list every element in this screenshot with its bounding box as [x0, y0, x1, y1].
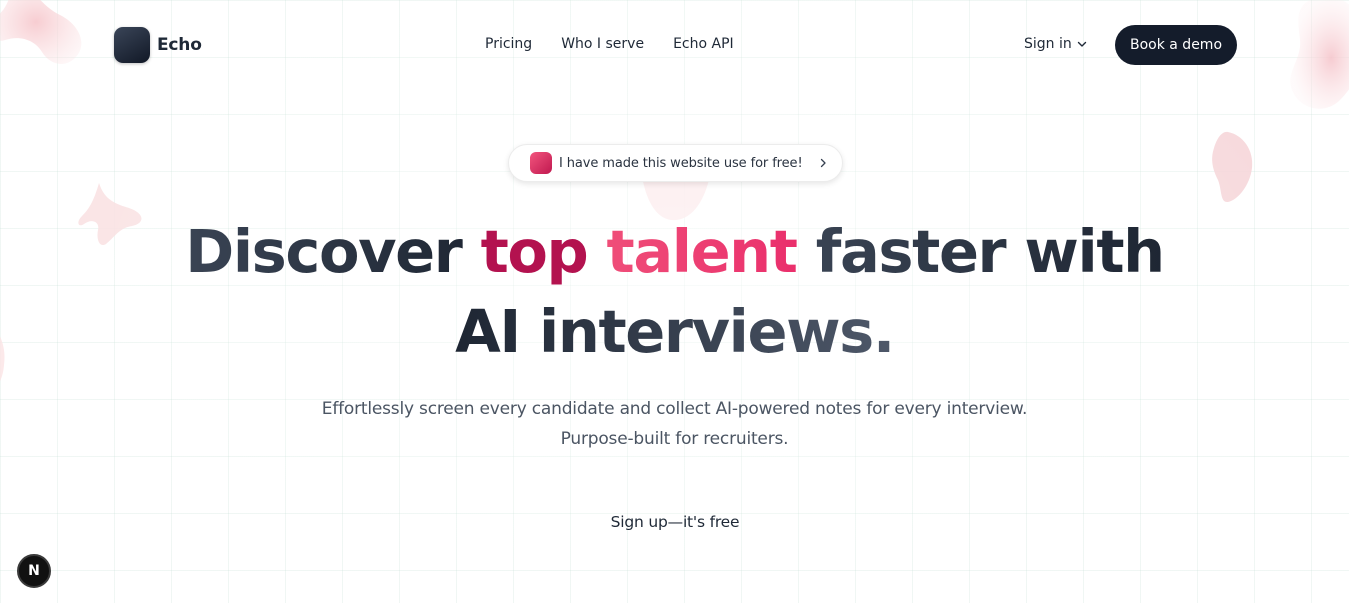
hero-title-talent: talent [587, 217, 798, 286]
announcement-badge-icon [530, 152, 552, 174]
announcement-pill[interactable]: I have made this website use for free! [508, 144, 843, 182]
site-header: Echo Pricing Who I serve Echo API Sign i… [0, 0, 1349, 88]
chevron-down-icon [1077, 41, 1086, 47]
book-demo-button[interactable]: Book a demo [1115, 25, 1237, 65]
nav-pricing[interactable]: Pricing [485, 34, 532, 54]
brand-logo-link[interactable]: Echo [114, 27, 202, 63]
page: Echo Pricing Who I serve Echo API Sign i… [0, 0, 1349, 603]
nav-who-i-serve[interactable]: Who I serve [561, 34, 644, 54]
brand-logo-icon [114, 27, 150, 63]
chevron-right-icon [820, 158, 826, 168]
sign-in-label: Sign in [1024, 36, 1072, 52]
hero-title: Discover top talent faster with AI inter… [0, 212, 1349, 372]
framework-badge-icon[interactable]: N [17, 554, 51, 588]
hero-subtitle: Effortlessly screen every candidate and … [0, 394, 1349, 454]
hero-title-top: top [480, 217, 589, 286]
main-nav: Pricing Who I serve Echo API [485, 34, 734, 54]
hero-subtitle-line2: Purpose-built for recruiters. [560, 429, 789, 449]
decorative-blob-right [1212, 131, 1253, 203]
hero-title-discover: Discover [185, 217, 481, 286]
signup-cta-link[interactable]: Sign up—it's free [560, 505, 790, 539]
hero-title-line2: AI interviews. [455, 297, 895, 366]
sign-in-dropdown[interactable]: Sign in [1024, 34, 1088, 54]
nav-echo-api[interactable]: Echo API [673, 34, 734, 54]
brand-name: Echo [157, 35, 202, 55]
hero-title-faster: faster with [796, 217, 1165, 286]
hero-subtitle-line1: Effortlessly screen every candidate and … [321, 399, 1028, 419]
announcement-text: I have made this website use for free! [559, 155, 803, 171]
